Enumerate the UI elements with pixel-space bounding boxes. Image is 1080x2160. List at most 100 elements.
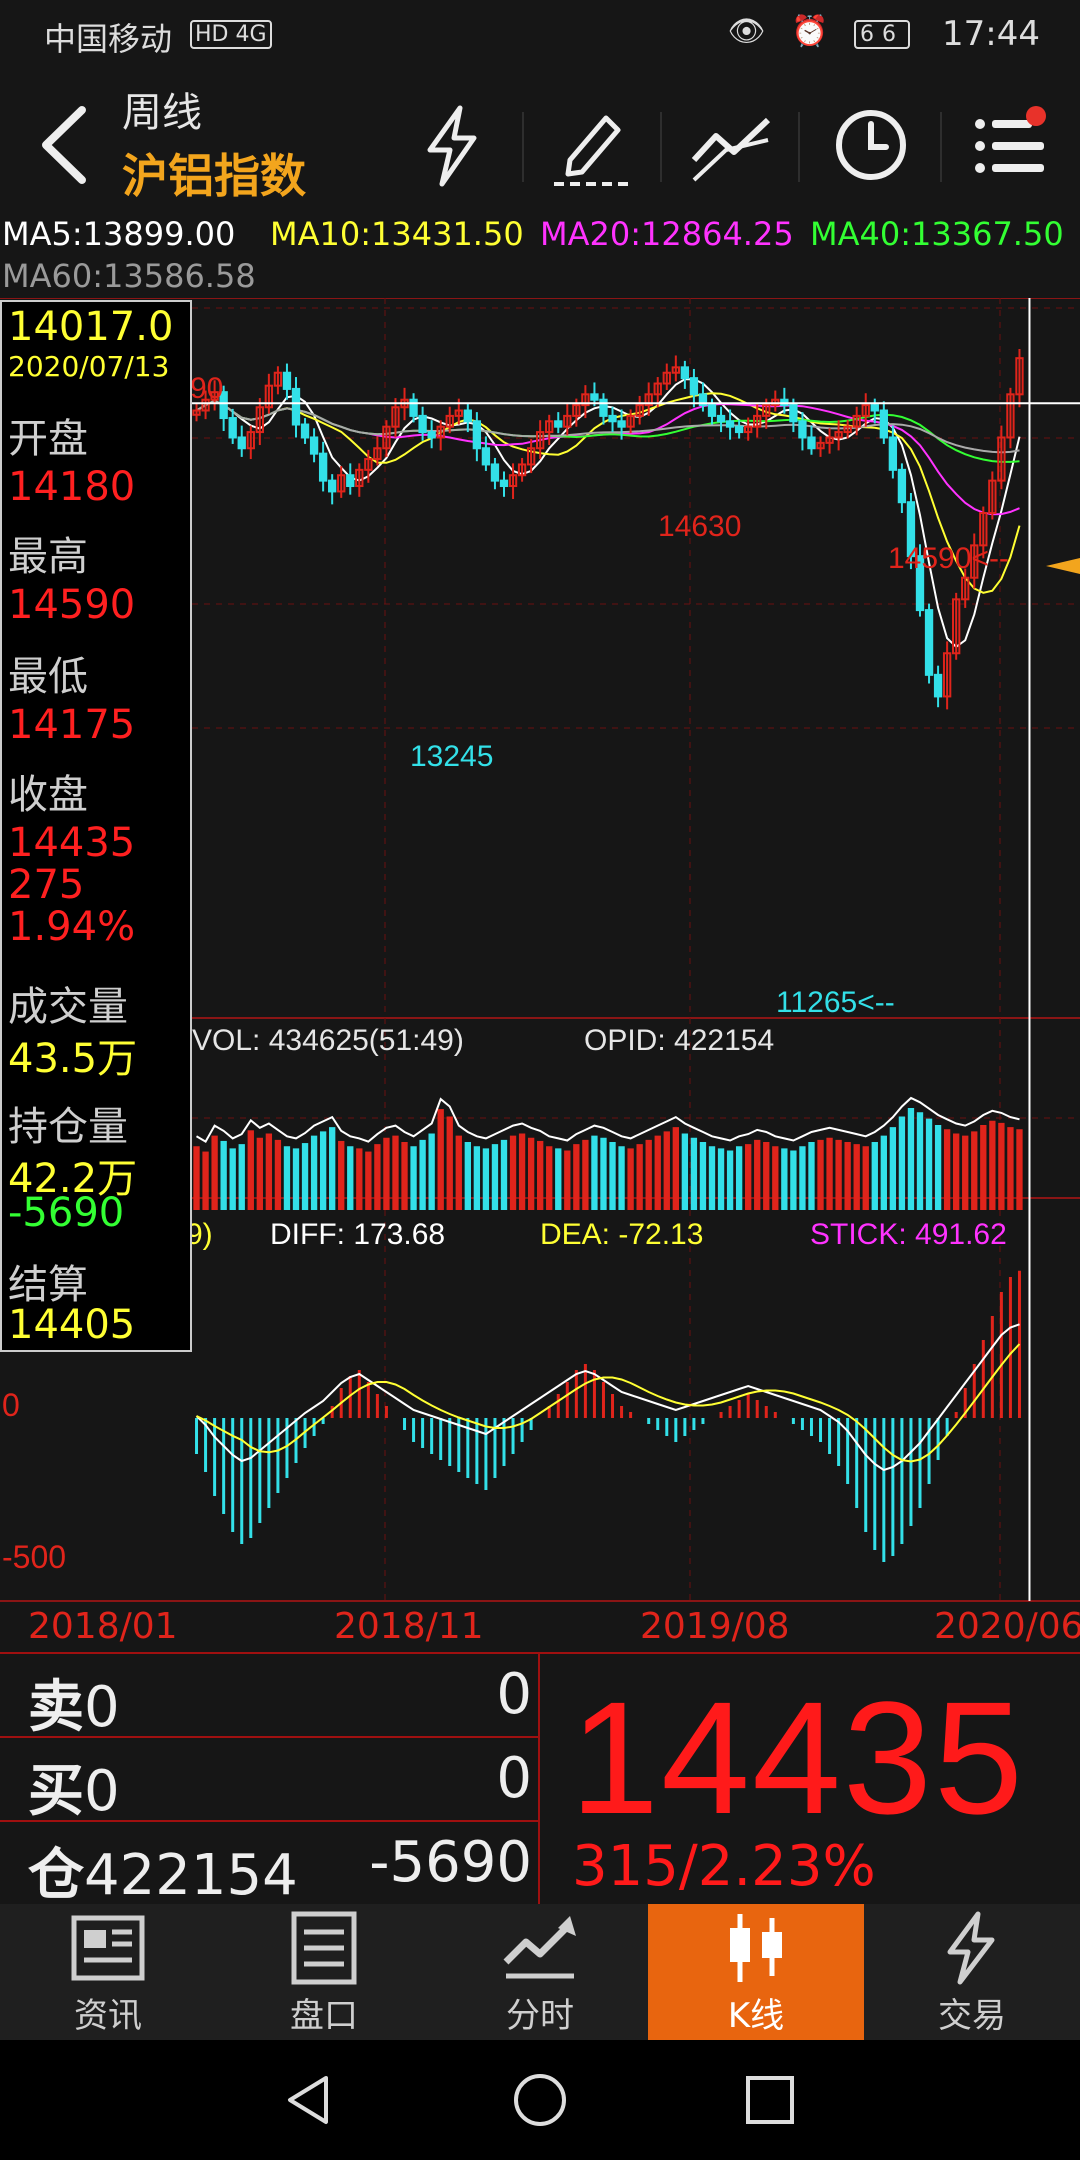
current-price-marker	[1046, 558, 1080, 574]
high-label: 最高	[8, 534, 88, 580]
volume-bar	[790, 1150, 797, 1210]
volume-bar	[799, 1146, 806, 1210]
close-label: 收盘	[8, 772, 88, 818]
candle-body	[472, 420, 482, 450]
volume-bar	[509, 1135, 517, 1210]
tab-trade[interactable]: 交易	[864, 1904, 1080, 2040]
volume-bar	[446, 1116, 453, 1210]
volume-bar	[844, 1142, 851, 1210]
tab-label: 分时	[506, 1996, 574, 2036]
clock-icon[interactable]	[826, 100, 916, 190]
candle-body	[237, 436, 246, 450]
tab-news[interactable]: 资讯	[0, 1904, 216, 2040]
alarm-icon: ⏰	[791, 14, 837, 49]
nav-divider	[798, 112, 800, 182]
volume-bar	[953, 1133, 960, 1210]
system-nav-bar	[0, 2040, 1080, 2160]
candle-body	[481, 447, 491, 466]
volume-bar	[247, 1130, 254, 1210]
ma-lines	[195, 378, 1021, 649]
candle-body	[716, 414, 726, 423]
volume-bar	[392, 1135, 399, 1210]
crosshair	[192, 298, 1080, 1601]
volume-bar	[229, 1148, 236, 1210]
volume-bar	[518, 1133, 526, 1210]
candle-body	[228, 417, 237, 439]
open-interest-change: -5690	[8, 1190, 125, 1236]
volume-bar	[283, 1146, 291, 1210]
indicator-lines-icon[interactable]	[686, 100, 776, 190]
volume-bar	[329, 1127, 336, 1210]
tab-kline[interactable]: K线	[648, 1904, 864, 2040]
buy-qty: 0	[496, 1746, 532, 1811]
tab-orderbook[interactable]: 盘口	[216, 1904, 432, 2040]
volume-bar	[1007, 1127, 1014, 1210]
back-arrow-icon[interactable]	[30, 100, 100, 190]
oi-change: -5690	[369, 1830, 532, 1895]
volume-bar	[708, 1146, 716, 1210]
volume-label: 成交量	[8, 984, 128, 1030]
recent-apps-icon[interactable]	[740, 2070, 800, 2130]
lightning-icon[interactable]	[408, 100, 498, 190]
open-label: 开盘	[8, 416, 88, 462]
candle-body	[924, 609, 934, 676]
ma40-label: MA40:13367.50	[810, 215, 1064, 253]
volume-bar	[618, 1146, 625, 1210]
instrument-title[interactable]: 沪铝指数	[122, 140, 306, 206]
ma10-label: MA10:13431.50	[270, 215, 524, 253]
volume-bar	[925, 1118, 933, 1210]
price-annotation-low: 13245	[410, 740, 493, 773]
volume-bar	[410, 1146, 417, 1210]
quote-panel: 卖0 0 买0 0 仓422154 -5690 14435 315/2.23%	[0, 1652, 1080, 1908]
volume-bar	[735, 1146, 743, 1210]
candle-body	[463, 409, 472, 423]
volume-header: VOL: 434625(51:49)	[192, 1024, 464, 1057]
sell-qty: 0	[496, 1662, 532, 1727]
volume-bar	[555, 1148, 562, 1210]
back-triangle-icon[interactable]	[280, 2070, 340, 2130]
candle-body	[707, 404, 717, 417]
draw-pencil-icon[interactable]	[548, 100, 638, 190]
candle-body	[554, 420, 563, 428]
volume-bar	[934, 1125, 942, 1210]
volume-bar	[699, 1142, 707, 1210]
volume-bar	[537, 1140, 544, 1210]
battery-icon: 66	[854, 20, 910, 49]
lightning-icon	[947, 1911, 995, 1985]
period-title[interactable]: 周线	[122, 80, 202, 138]
candle-body	[318, 452, 328, 482]
volume-bar	[609, 1142, 616, 1210]
carrier-label: 中国移动	[44, 20, 173, 58]
volume-bar	[374, 1144, 381, 1210]
close-value: 14435	[8, 820, 136, 866]
top-nav: 周线 沪铝指数	[0, 72, 1080, 212]
volume-bar	[256, 1137, 263, 1210]
candle-body	[680, 366, 690, 380]
volume-bar	[772, 1146, 779, 1210]
volume-bar	[455, 1135, 462, 1210]
volume-bar	[980, 1125, 987, 1210]
open-value: 14180	[8, 464, 136, 510]
candle-body	[879, 409, 888, 439]
bottom-tab-bar: 资讯 盘口 分时 K线 交易	[0, 1904, 1080, 2040]
close-percent: 1.94%	[8, 904, 136, 950]
volume-bar	[808, 1142, 815, 1210]
macd-bars	[195, 1270, 1021, 1562]
menu-icon[interactable]	[966, 100, 1056, 190]
volume-bar	[717, 1148, 725, 1210]
volume-bar	[889, 1127, 897, 1210]
candle-body	[798, 420, 807, 439]
candle-body	[734, 425, 744, 434]
candle-body	[346, 474, 355, 488]
candle-body	[870, 404, 879, 412]
volume-bar	[211, 1135, 218, 1210]
volume-bar	[238, 1144, 245, 1210]
sell-row[interactable]: 卖0 0	[0, 1654, 538, 1740]
nav-divider	[522, 112, 524, 182]
home-circle-icon[interactable]	[510, 2070, 570, 2130]
volume-bar	[292, 1148, 300, 1210]
buy-row[interactable]: 买0 0	[0, 1738, 538, 1824]
tab-intraday[interactable]: 分时	[432, 1904, 648, 2040]
volume-bar	[482, 1148, 490, 1210]
cursor-date: 2020/07/13	[8, 350, 170, 383]
